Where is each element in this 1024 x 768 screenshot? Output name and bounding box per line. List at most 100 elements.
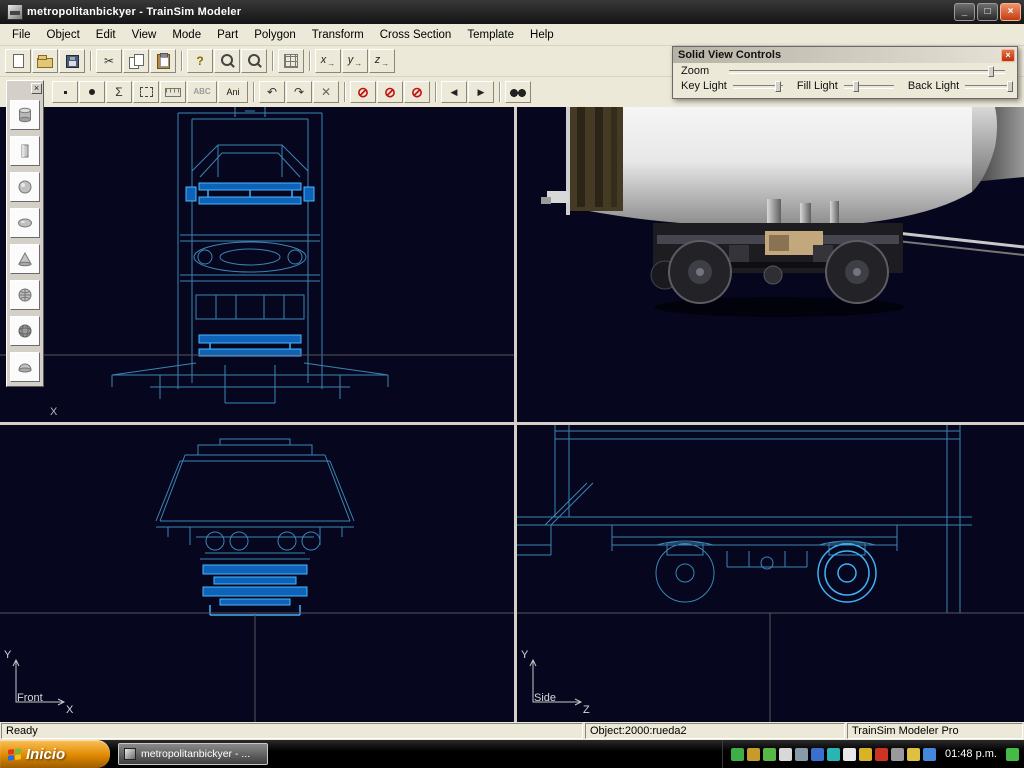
grid-button[interactable] bbox=[278, 49, 304, 73]
back-light-slider-thumb[interactable] bbox=[1007, 81, 1013, 92]
tray-icon[interactable] bbox=[907, 748, 920, 761]
key-light-slider-thumb[interactable] bbox=[775, 81, 781, 92]
open-button[interactable] bbox=[32, 49, 58, 73]
statusbar: Ready Object:2000:rueda2 TrainSim Modele… bbox=[0, 722, 1024, 740]
cut-button[interactable]: ✂ bbox=[96, 49, 122, 73]
tray-icon[interactable] bbox=[1006, 748, 1019, 761]
tray-icon[interactable] bbox=[891, 748, 904, 761]
palette-cone-button[interactable] bbox=[10, 244, 40, 274]
close-button[interactable]: × bbox=[1000, 3, 1021, 21]
solid-view-controls-dialog: Solid View Controls × Zoom Key Light Fil… bbox=[672, 46, 1018, 99]
save-button[interactable] bbox=[59, 49, 85, 73]
viewport-3d[interactable] bbox=[517, 107, 1024, 422]
redo-button[interactable]: ↷ bbox=[286, 81, 312, 103]
dialog-close-button[interactable]: × bbox=[1001, 49, 1015, 62]
palette-hemisphere-button[interactable] bbox=[10, 352, 40, 382]
viewport-top[interactable]: X bbox=[0, 107, 514, 422]
menu-help[interactable]: Help bbox=[522, 26, 562, 44]
zoom-out-button[interactable] bbox=[241, 49, 267, 73]
tray-icon[interactable] bbox=[795, 748, 808, 761]
tray-icon[interactable] bbox=[747, 748, 760, 761]
point-large-button[interactable] bbox=[79, 81, 105, 103]
grid-icon bbox=[284, 54, 298, 68]
minimize-button[interactable]: _ bbox=[954, 3, 975, 21]
cross-icon: ✕ bbox=[321, 86, 331, 98]
measure-button[interactable] bbox=[160, 81, 186, 103]
tray-icon[interactable] bbox=[811, 748, 824, 761]
menu-file[interactable]: File bbox=[4, 26, 39, 44]
palette-sphere-button[interactable] bbox=[10, 172, 40, 202]
back-light-label: Back Light bbox=[908, 80, 959, 92]
undo-button[interactable]: ↶ bbox=[259, 81, 285, 103]
tray-icon[interactable] bbox=[827, 748, 840, 761]
tray-icon[interactable] bbox=[875, 748, 888, 761]
tray-icon[interactable] bbox=[843, 748, 856, 761]
axis-x-label: X bbox=[66, 704, 73, 716]
maximize-button[interactable]: □ bbox=[977, 3, 998, 21]
axis-z-button[interactable]: z bbox=[369, 49, 395, 73]
tray-icon[interactable] bbox=[763, 748, 776, 761]
palette-close-button[interactable]: × bbox=[31, 83, 42, 94]
axis-x-button[interactable]: x bbox=[315, 49, 341, 73]
abc-button[interactable]: ABC bbox=[187, 81, 217, 103]
start-button[interactable]: Inicio bbox=[0, 740, 110, 768]
find-button[interactable] bbox=[505, 81, 531, 103]
lock-x-button[interactable]: ⊘ bbox=[350, 81, 376, 103]
point-small-button[interactable] bbox=[52, 81, 78, 103]
help-button[interactable]: ? bbox=[187, 49, 213, 73]
tray-icon[interactable] bbox=[779, 748, 792, 761]
menu-object[interactable]: Object bbox=[39, 26, 88, 44]
delete-button[interactable]: ✕ bbox=[313, 81, 339, 103]
menu-view[interactable]: View bbox=[124, 26, 165, 44]
tray-icon[interactable] bbox=[923, 748, 936, 761]
taskbar-clock[interactable]: 01:48 p.m. bbox=[945, 748, 997, 760]
magnifier-icon bbox=[247, 54, 262, 69]
tray-icon[interactable] bbox=[859, 748, 872, 761]
sigma-button[interactable]: Σ bbox=[106, 81, 132, 103]
axis-y-label: Y bbox=[521, 649, 528, 661]
animation-button[interactable]: Ani bbox=[218, 81, 248, 103]
axis-y-button[interactable]: y bbox=[342, 49, 368, 73]
no-entry-icon: ⊘ bbox=[357, 85, 369, 99]
left-arrow-icon: ◀ bbox=[451, 88, 458, 97]
menu-part[interactable]: Part bbox=[209, 26, 246, 44]
lock-z-button[interactable]: ⊘ bbox=[404, 81, 430, 103]
palette-ellipsoid-button[interactable] bbox=[10, 208, 40, 238]
palette-geosphere-button[interactable] bbox=[10, 280, 40, 310]
palette-cylinder-button[interactable] bbox=[10, 100, 40, 130]
new-button[interactable] bbox=[5, 49, 31, 73]
viewport-side[interactable]: Y Side Z bbox=[517, 425, 1024, 722]
back-light-slider[interactable] bbox=[965, 81, 1009, 92]
menu-template[interactable]: Template bbox=[459, 26, 522, 44]
toolbar-separator bbox=[90, 51, 92, 71]
lock-y-button[interactable]: ⊘ bbox=[377, 81, 403, 103]
taskbar-task-button[interactable]: metropolitanbickyer - ... bbox=[118, 743, 268, 765]
system-tray: 01:48 p.m. bbox=[722, 740, 1024, 768]
status-app-name: TrainSim Modeler Pro bbox=[852, 725, 959, 737]
palette-box-button[interactable] bbox=[10, 136, 40, 166]
dialog-titlebar[interactable]: Solid View Controls × bbox=[673, 47, 1017, 63]
menu-mode[interactable]: Mode bbox=[164, 26, 209, 44]
toolbar-separator bbox=[344, 82, 346, 102]
toolbar-separator bbox=[309, 51, 311, 71]
menu-polygon[interactable]: Polygon bbox=[246, 26, 304, 44]
viewport-front[interactable]: Y Front X bbox=[0, 425, 514, 722]
toolbar-separator bbox=[499, 82, 501, 102]
menu-edit[interactable]: Edit bbox=[88, 26, 124, 44]
key-light-slider[interactable] bbox=[733, 81, 783, 92]
marquee-select-button[interactable] bbox=[133, 81, 159, 103]
palette-globe-button[interactable] bbox=[10, 316, 40, 346]
menu-transform[interactable]: Transform bbox=[304, 26, 372, 44]
fill-light-slider-thumb[interactable] bbox=[853, 81, 859, 92]
zoom-slider[interactable] bbox=[729, 66, 1005, 77]
menu-cross-section[interactable]: Cross Section bbox=[372, 26, 460, 44]
zoom-slider-thumb[interactable] bbox=[988, 66, 994, 77]
prev-part-button[interactable]: ◀ bbox=[441, 81, 467, 103]
paste-button[interactable] bbox=[150, 49, 176, 73]
tray-icon[interactable] bbox=[731, 748, 744, 761]
copy-button[interactable] bbox=[123, 49, 149, 73]
next-part-button[interactable]: ▶ bbox=[468, 81, 494, 103]
zoom-in-button[interactable] bbox=[214, 49, 240, 73]
bogie-top-wireframe bbox=[0, 107, 514, 422]
fill-light-slider[interactable] bbox=[844, 81, 894, 92]
